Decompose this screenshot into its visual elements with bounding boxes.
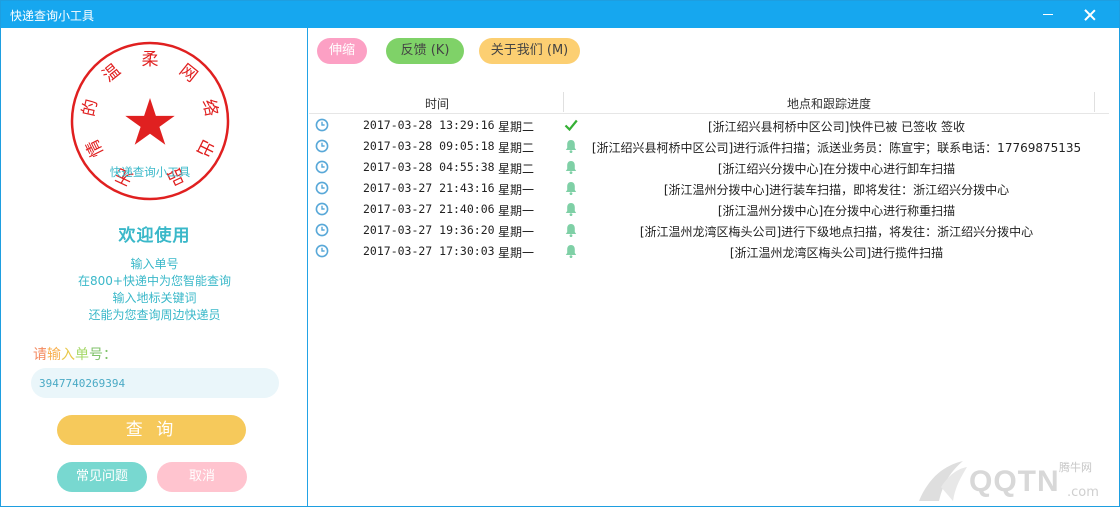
bell-icon xyxy=(565,224,577,237)
watermark-sub: 腾牛网 xyxy=(1059,461,1092,474)
table-row[interactable]: 2017-03-27 17:30:03 星期一 [浙江温州龙湾区梅头公司]进行揽件扫… xyxy=(309,241,1109,262)
bell-icon xyxy=(565,161,577,174)
table-row[interactable]: 2017-03-28 09:05:18 星期二 [浙江绍兴县柯桥中区公司]进行派件扫… xyxy=(309,136,1109,157)
watermark-logo: QQTN 腾牛网 .com xyxy=(911,457,1117,506)
table-row[interactable]: 2017-03-28 13:29:16 星期二 [浙江绍兴县柯桥中区公司]快件已被 … xyxy=(309,115,1109,136)
svg-text:的: 的 xyxy=(79,97,102,118)
row-time: 2017-03-28 13:29:16 xyxy=(363,118,495,132)
about-button[interactable]: 关于我们 (M) xyxy=(479,38,580,64)
svg-text:出: 出 xyxy=(192,136,217,160)
row-time: 2017-03-28 09:05:18 xyxy=(363,139,495,153)
feedback-button[interactable]: 反馈 (K) xyxy=(386,38,464,64)
row-weekday: 星期二 xyxy=(498,120,535,134)
query-button[interactable]: 查 询 xyxy=(57,415,246,445)
title-bar[interactable]: 快递查询小工具 xyxy=(1,1,1119,28)
bell-icon xyxy=(565,203,577,216)
row-weekday: 星期二 xyxy=(498,141,535,155)
table-row[interactable]: 2017-03-27 21:40:06 星期一 [浙江温州分拨中心]在分拨中心进行称… xyxy=(309,199,1109,220)
watermark-icon xyxy=(919,461,967,501)
minimize-button[interactable] xyxy=(1025,1,1071,28)
bell-icon xyxy=(565,182,577,195)
clock-icon xyxy=(315,244,329,258)
cancel-button[interactable]: 取消 xyxy=(157,462,247,492)
row-time: 2017-03-27 19:36:20 xyxy=(363,223,495,237)
column-header-location[interactable]: 地点和跟踪进度 xyxy=(564,95,1094,112)
app-window: 快递查询小工具 无情的温柔网络出品 快递查询小工具 欢迎使用 输入单号 在800… xyxy=(0,0,1120,507)
bell-icon xyxy=(565,245,577,258)
row-description: [浙江绍兴分拨中心]在分拨中心进行卸车扫描 xyxy=(717,162,956,176)
check-icon xyxy=(564,119,578,132)
clock-icon xyxy=(315,118,329,132)
row-description: [浙江绍兴县柯桥中区公司]进行派件扫描；派送业务员：陈宣宇；联系电话：17769… xyxy=(591,141,1082,155)
row-time: 2017-03-27 21:40:06 xyxy=(363,202,495,216)
welcome-heading: 欢迎使用 xyxy=(118,226,191,246)
tracking-list: 2017-03-28 13:29:16 星期二 [浙江绍兴县柯桥中区公司]快件已被 … xyxy=(309,115,1109,262)
table-row[interactable]: 2017-03-27 19:36:20 星期一 [浙江温州龙湾区梅头公司]进行下级地… xyxy=(309,220,1109,241)
row-time: 2017-03-28 04:55:38 xyxy=(363,160,495,174)
tracking-number-input[interactable] xyxy=(31,368,279,398)
row-description: [浙江温州龙湾区梅头公司]进行下级地点扫描，将发往：浙江绍兴分拨中心 xyxy=(639,225,1034,239)
svg-text:络: 络 xyxy=(198,97,221,118)
row-weekday: 星期二 xyxy=(498,162,535,176)
close-button[interactable] xyxy=(1067,1,1113,28)
svg-text:温: 温 xyxy=(99,60,125,86)
hint-text: 输入单号 在800+快递中为您智能查询 输入地标关键词 还能为您查询周边快递员 xyxy=(1,256,308,324)
table-header: 时间 地点和跟踪进度 xyxy=(309,90,1109,114)
clock-icon xyxy=(315,160,329,174)
clock-icon xyxy=(315,181,329,195)
row-description: [浙江绍兴县柯桥中区公司]快件已被 已签收 签收 xyxy=(708,120,965,134)
row-description: [浙江温州分拨中心]进行装车扫描，即将发往：浙江绍兴分拨中心 xyxy=(663,183,1010,197)
row-description: [浙江温州龙湾区梅头公司]进行揽件扫描 xyxy=(729,246,944,260)
result-panel: 伸缩 反馈 (K) 关于我们 (M) 时间 地点和跟踪进度 2017-03-28… xyxy=(309,28,1119,506)
seal-stamp-logo: 无情的温柔网络出品 快递查询小工具 xyxy=(70,41,230,201)
query-panel: 无情的温柔网络出品 快递查询小工具 欢迎使用 输入单号 在800+快递中为您智能… xyxy=(1,28,308,506)
clock-icon xyxy=(315,202,329,216)
row-time: 2017-03-27 21:43:16 xyxy=(363,181,495,195)
clock-icon xyxy=(315,139,329,153)
star-icon xyxy=(125,98,175,145)
table-row[interactable]: 2017-03-27 21:43:16 星期一 [浙江温州分拨中心]进行装车扫描，即… xyxy=(309,178,1109,199)
hint-line: 输入单号 xyxy=(130,257,179,271)
row-time: 2017-03-27 17:30:03 xyxy=(363,244,495,258)
svg-text:情: 情 xyxy=(83,136,108,160)
row-weekday: 星期一 xyxy=(498,225,535,239)
row-description: [浙江温州分拨中心]在分拨中心进行称重扫描 xyxy=(717,204,956,218)
table-row[interactable]: 2017-03-28 04:55:38 星期二 [浙江绍兴分拨中心]在分拨中心进行卸… xyxy=(309,157,1109,178)
svg-text:快递查询小工具: 快递查询小工具 xyxy=(110,165,191,179)
row-weekday: 星期一 xyxy=(498,183,535,197)
watermark-brand: QQTN xyxy=(969,465,1060,498)
close-icon xyxy=(1084,9,1096,21)
hint-line: 还能为您查询周边快递员 xyxy=(88,308,221,322)
hint-line: 在800+快递中为您智能查询 xyxy=(78,274,231,288)
row-weekday: 星期一 xyxy=(498,246,535,260)
clock-icon xyxy=(315,223,329,237)
row-weekday: 星期一 xyxy=(498,204,535,218)
minimize-icon xyxy=(1043,14,1053,15)
svg-text:柔: 柔 xyxy=(142,50,159,70)
window-title: 快递查询小工具 xyxy=(10,9,95,23)
column-header-time[interactable]: 时间 xyxy=(309,95,565,112)
shrink-button[interactable]: 伸缩 xyxy=(317,38,367,64)
watermark-suffix: .com xyxy=(1067,485,1099,500)
bell-icon xyxy=(565,140,577,153)
hint-line: 输入地标关键词 xyxy=(112,291,197,305)
faq-button[interactable]: 常见问题 xyxy=(57,462,147,492)
svg-text:网: 网 xyxy=(175,60,201,86)
tracking-number-label: 请输入单号： xyxy=(33,347,117,363)
